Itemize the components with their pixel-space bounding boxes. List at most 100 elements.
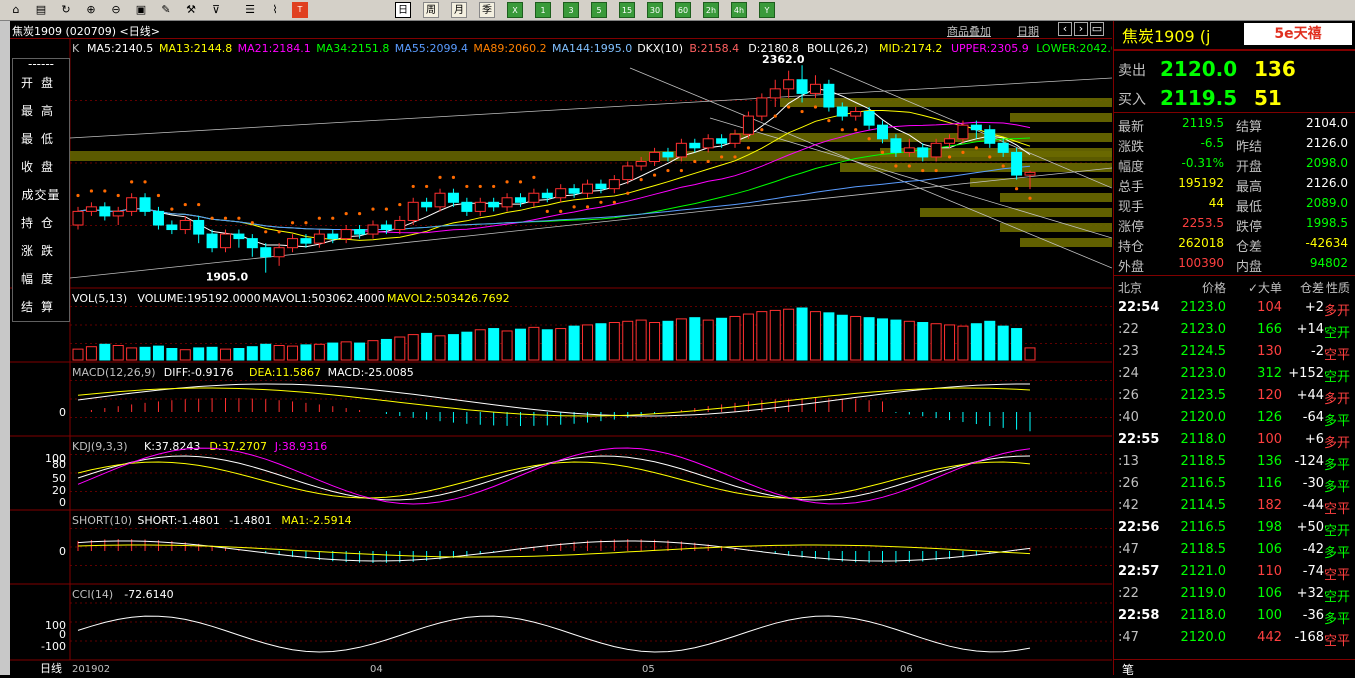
tick-row: 22:56 2116.5 198 +50 空开 <box>1114 517 1355 539</box>
period-button-10[interactable]: 60 <box>675 2 691 18</box>
period-button-3[interactable]: 季 <box>479 2 495 18</box>
period-button-0[interactable]: 日 <box>395 2 411 18</box>
candle-body <box>380 224 392 231</box>
tick-price: 2123.0 <box>1180 322 1227 337</box>
volume-bar <box>461 331 473 361</box>
stat-row: 总手 195192 最高 2126.0 <box>1114 174 1355 195</box>
volume-bar <box>742 313 754 361</box>
left-vertical-tabs[interactable] <box>0 21 10 675</box>
volume-bar <box>394 336 406 361</box>
kdj-d-line <box>77 461 1031 499</box>
period-button-9[interactable]: 30 <box>647 2 663 18</box>
tick-row: :22 2119.0 106 +32 空开 <box>1114 583 1355 605</box>
menu-item-0[interactable]: 开盘 <box>13 69 69 97</box>
tick-nature: 多平 <box>1323 480 1350 495</box>
stat-l2: 结算 <box>1236 120 1263 135</box>
volume-bar <box>635 319 647 361</box>
period-button-7[interactable]: 5 <box>591 2 607 18</box>
tick-vol: 166 <box>1257 322 1282 337</box>
period-button-8[interactable]: 15 <box>619 2 635 18</box>
k-label: K <box>72 42 80 55</box>
candle-body <box>367 224 379 235</box>
candle-body <box>622 165 634 181</box>
period-button-11[interactable]: 2h <box>703 2 719 18</box>
ask-row-label: 卖出 <box>1118 63 1146 79</box>
menu-item-5[interactable]: 持仓 <box>13 209 69 237</box>
volume-bar <box>166 348 178 361</box>
price-field-menu[interactable]: ------ 开盘 最高 最低 收盘 成交量 持仓 涨跌 幅度 结算 <box>12 58 70 322</box>
divider <box>1114 112 1355 113</box>
stat-l2: 最低 <box>1236 200 1263 215</box>
refresh-icon[interactable]: ↻ <box>58 2 74 18</box>
tick-icon[interactable]: T <box>292 2 308 18</box>
sar-dot <box>894 164 898 168</box>
volume-bar <box>729 315 741 361</box>
zoom-out-icon[interactable]: ⊖ <box>108 2 124 18</box>
sar-dot <box>1028 196 1032 200</box>
candle-body <box>112 210 124 217</box>
tick-time: :26 <box>1118 388 1139 403</box>
period-button-5[interactable]: 1 <box>535 2 551 18</box>
period-link[interactable]: 日期 <box>1017 23 1039 39</box>
table-icon[interactable]: ☰ <box>242 2 258 18</box>
menu-item-4[interactable]: 成交量 <box>13 181 69 209</box>
period-button-6[interactable]: 3 <box>563 2 579 18</box>
sar-dot <box>76 193 80 198</box>
sar-dot <box>89 189 94 193</box>
filter-icon[interactable]: ⊽ <box>208 2 224 18</box>
chart-area[interactable]: 2362.0 1905.0 K MA5:2140.5 MA13:2144.8 MA21:2… <box>10 38 1112 675</box>
window-icon[interactable]: ▣ <box>133 2 149 18</box>
candle-body <box>595 183 607 190</box>
candle-body <box>796 79 808 94</box>
period-button-4[interactable]: X <box>507 2 523 18</box>
home-icon[interactable]: ⌂ <box>8 2 24 18</box>
volume-bar <box>206 346 218 361</box>
sar-dot <box>116 193 120 198</box>
tick-nature: 空开 <box>1323 590 1350 605</box>
ticks-footer[interactable]: 笔 <box>1114 659 1355 677</box>
overlay-link[interactable]: 商品叠加 <box>947 23 991 39</box>
volume-bar <box>796 307 808 361</box>
period-button-2[interactable]: 月 <box>451 2 467 18</box>
tick-price: 2123.0 <box>1180 366 1227 381</box>
volume-bar <box>595 323 607 361</box>
menu-item-1[interactable]: 最高 <box>13 97 69 125</box>
menu-item-7[interactable]: 幅度 <box>13 265 69 293</box>
menu-item-2[interactable]: 最低 <box>13 125 69 153</box>
zoom-in-icon[interactable]: ⊕ <box>83 2 99 18</box>
restore-icon[interactable]: ▭ <box>1090 22 1104 36</box>
tick-vol: 312 <box>1257 366 1282 381</box>
tick-nature: 多平 <box>1323 414 1350 429</box>
menu-item-3[interactable]: 收盘 <box>13 153 69 181</box>
pen-icon[interactable]: ✎ <box>158 2 174 18</box>
divider <box>1114 275 1355 276</box>
period-button-12[interactable]: 4h <box>731 2 747 18</box>
stat-v2: -42634 <box>1305 236 1348 250</box>
candle-body <box>139 197 151 212</box>
ma-legend-item-3: MA34:2151.8 <box>316 42 389 55</box>
stat-v2: 2104.0 <box>1306 116 1348 130</box>
sar-dot <box>840 128 844 132</box>
scroll-right-icon[interactable]: › <box>1074 22 1088 36</box>
x-axis-label-1: 04 <box>370 664 383 675</box>
volume-profile-bar <box>1000 223 1112 232</box>
candle-body <box>474 201 486 212</box>
period-button-1[interactable]: 周 <box>423 2 439 18</box>
ma-legend-item-11: MID:2174.2 <box>879 42 942 55</box>
candle-body <box>488 201 500 208</box>
menu-item-8[interactable]: 结算 <box>13 293 69 321</box>
menu-item-6[interactable]: 涨跌 <box>13 237 69 265</box>
scroll-left-icon[interactable]: ‹ <box>1058 22 1072 36</box>
chart-icon[interactable]: ⌇ <box>267 2 283 18</box>
sar-dot <box>130 180 134 184</box>
x-axis-period-label: 日线 <box>40 661 62 675</box>
sar-dot <box>143 180 147 184</box>
sar-dot <box>639 178 643 182</box>
period-button-13[interactable]: Y <box>759 2 775 18</box>
tools-icon[interactable]: ⚒ <box>183 2 199 18</box>
tick-time: :26 <box>1118 476 1139 491</box>
tick-nature: 多开 <box>1323 304 1350 319</box>
file-icon[interactable]: ▤ <box>33 2 49 18</box>
kdj-legend: KDJ(9,3,3) K:37.8243 D:37.2707 J:38.9316 <box>72 440 327 453</box>
candle-body <box>327 233 339 240</box>
